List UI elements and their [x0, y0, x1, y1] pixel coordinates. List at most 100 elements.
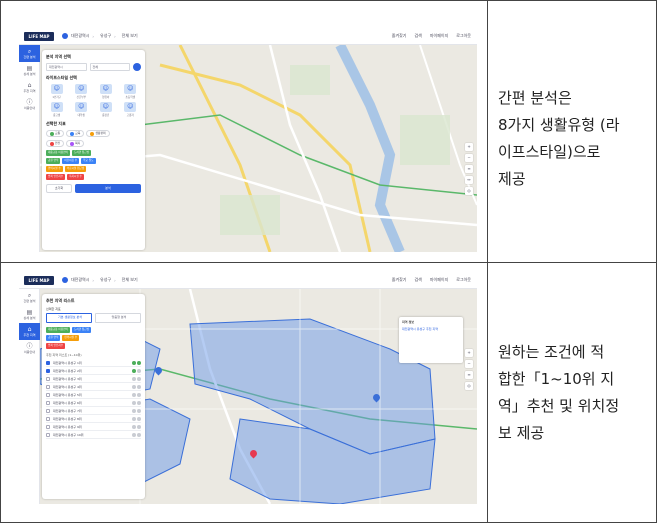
breadcrumb-view[interactable]: 전체 보기: [122, 33, 138, 39]
chip-transport[interactable]: 교통: [46, 130, 65, 137]
indicator-tag[interactable]: 범죄 안전지수: [46, 174, 66, 180]
util-logout[interactable]: 로그아웃: [456, 33, 471, 39]
indicator-tag[interactable]: 편의시설 수: [62, 335, 80, 341]
chip-education[interactable]: 교육: [66, 130, 85, 137]
indicator-tag[interactable]: 공원 면적: [46, 335, 61, 341]
search-button[interactable]: [133, 63, 141, 71]
measure-icon[interactable]: ↔: [465, 176, 473, 184]
indicator-tag[interactable]: 도서관 접근성: [71, 150, 92, 156]
lifestyle-option[interactable]: ☺ 중고생: [46, 102, 68, 117]
zoom-out-button[interactable]: −: [465, 154, 473, 162]
util-favorite[interactable]: 즐겨찾기: [392, 277, 407, 283]
breadcrumb-district[interactable]: 유성구: [100, 277, 111, 283]
lifestyle-option[interactable]: ☺ 영유아: [95, 84, 117, 99]
dot-icon: [70, 131, 75, 136]
util-favorite[interactable]: 즐겨찾기: [392, 33, 407, 39]
util-mypage[interactable]: 마이페이지: [430, 277, 448, 283]
indicator-tag[interactable]: 편의시설 수: [46, 166, 63, 172]
target-icon[interactable]: ◎: [465, 187, 473, 195]
layer-icon[interactable]: ≡: [465, 371, 473, 379]
lifestyle-option[interactable]: ☺ 초등학생: [120, 84, 142, 99]
checkbox[interactable]: [46, 384, 50, 389]
indicator-tag[interactable]: 대중교통 이용편의: [46, 327, 70, 333]
rail-recommend[interactable]: ⌂ 추천 지역: [19, 323, 40, 340]
lifestyle-option[interactable]: ☺ 대학생: [71, 102, 93, 117]
list-item[interactable]: 대전광역시 유성구 3위: [46, 375, 141, 383]
dot-icon: [90, 131, 95, 136]
breadcrumb-city[interactable]: 대전광역시: [71, 277, 89, 283]
tab-basic[interactable]: 기본 생활정보 분석: [46, 313, 92, 323]
checkbox[interactable]: [46, 400, 50, 405]
indicator-tag[interactable]: 어린이집 수: [62, 158, 80, 164]
tab-custom[interactable]: 맞춤형 분석: [95, 313, 141, 323]
lifestyle-option[interactable]: ☺ 신혼부부: [71, 84, 93, 99]
rail-simple-analysis[interactable]: ⌕ 간편 분석: [19, 45, 40, 62]
list-item[interactable]: 대전광역시 유성구 8위: [46, 415, 141, 423]
analyze-button[interactable]: 분석: [75, 184, 141, 193]
status-icon: [137, 400, 141, 405]
chip-welfare[interactable]: 복지: [66, 140, 85, 147]
reset-button[interactable]: 초기화: [46, 184, 72, 193]
checkbox[interactable]: [46, 408, 50, 413]
list-item[interactable]: 대전광역시 유성구 7위: [46, 407, 141, 415]
checkbox[interactable]: [46, 360, 50, 365]
indicator-tag[interactable]: 도서관 접근성: [71, 327, 92, 333]
util-search[interactable]: 검색: [414, 277, 421, 283]
chip-convenience[interactable]: 생활편의: [86, 130, 110, 137]
lifestyle-option[interactable]: ☺ 고령자: [120, 102, 142, 117]
checkbox[interactable]: [46, 432, 50, 437]
indicator-tag[interactable]: 대중교통 이용편의: [46, 150, 70, 156]
zoom-in-button[interactable]: +: [465, 143, 473, 151]
lifestyle-option[interactable]: ☺ 중장년: [95, 102, 117, 117]
indicator-tag[interactable]: 의료시설 접근성: [64, 166, 87, 172]
status-icon: [132, 376, 136, 381]
checkbox[interactable]: [46, 424, 50, 429]
status-icon: [132, 384, 136, 389]
city-select[interactable]: 대전광역시: [46, 63, 87, 71]
indicator-tag[interactable]: 범죄 안전지수: [46, 343, 66, 349]
rail-guide[interactable]: ⓘ 이용안내: [19, 340, 40, 357]
rail-simple-analysis[interactable]: ⌕ 간편 분석: [19, 289, 40, 306]
chip-safety[interactable]: 안전: [46, 140, 65, 147]
adult-icon: ☺: [99, 102, 112, 112]
life-section-title: 라이프스타일 선택: [46, 75, 77, 80]
checkbox[interactable]: [46, 416, 50, 421]
util-mypage[interactable]: 마이페이지: [430, 33, 448, 39]
checkbox[interactable]: [46, 376, 50, 381]
rail-guide[interactable]: ⓘ 이용안내: [19, 96, 40, 113]
status-icon: [137, 424, 141, 429]
status-icon: [132, 368, 136, 373]
list-item[interactable]: 대전광역시 유성구 2위: [46, 367, 141, 375]
rail-detail-analysis[interactable]: ▤ 상세 분석: [19, 62, 40, 79]
zoom-out-button[interactable]: −: [465, 360, 473, 368]
breadcrumb-district[interactable]: 유성구: [100, 33, 111, 39]
indicator-tag[interactable]: 공원 면적: [46, 158, 61, 164]
list-item[interactable]: 대전광역시 유성구 10위: [46, 431, 141, 439]
district-select[interactable]: 전체: [89, 63, 130, 71]
breadcrumb-city[interactable]: 대전광역시: [71, 33, 89, 39]
logo: LIFE MAP: [24, 31, 54, 41]
target-icon[interactable]: ◎: [465, 382, 473, 390]
list-item[interactable]: 대전광역시 유성구 6위: [46, 399, 141, 407]
status-icon: [137, 360, 141, 365]
util-search[interactable]: 검색: [414, 33, 421, 39]
indicator-tag[interactable]: 복지시설 수: [67, 174, 84, 180]
rail-recommend[interactable]: ⌂ 추천 지역: [19, 79, 40, 96]
caption-row2: 원하는 조건에 적 합한「1~10위 지 역」추천 및 위치정 보 제공: [498, 343, 620, 442]
zoom-in-button[interactable]: +: [465, 349, 473, 357]
popup-title: 지역 정보: [402, 320, 415, 324]
checkbox[interactable]: [46, 368, 50, 373]
indicator-tag[interactable]: 학교 밀도: [81, 158, 96, 164]
checkbox[interactable]: [46, 392, 50, 397]
lifestyle-option[interactable]: ☺ 1인가구: [46, 84, 68, 99]
util-logout[interactable]: 로그아웃: [456, 277, 471, 283]
list-item[interactable]: 대전광역시 유성구 5위: [46, 391, 141, 399]
list-item[interactable]: 대전광역시 유성구 1위: [46, 359, 141, 367]
list-item[interactable]: 대전광역시 유성구 9위: [46, 423, 141, 431]
rail-detail-analysis[interactable]: ▤ 상세 분석: [19, 306, 40, 323]
layer-icon[interactable]: ≡: [465, 165, 473, 173]
breadcrumb-view[interactable]: 전체 보기: [122, 277, 138, 283]
status-icon: [137, 376, 141, 381]
map-tools: + − ≡ ◎: [465, 349, 473, 390]
list-item[interactable]: 대전광역시 유성구 4위: [46, 383, 141, 391]
